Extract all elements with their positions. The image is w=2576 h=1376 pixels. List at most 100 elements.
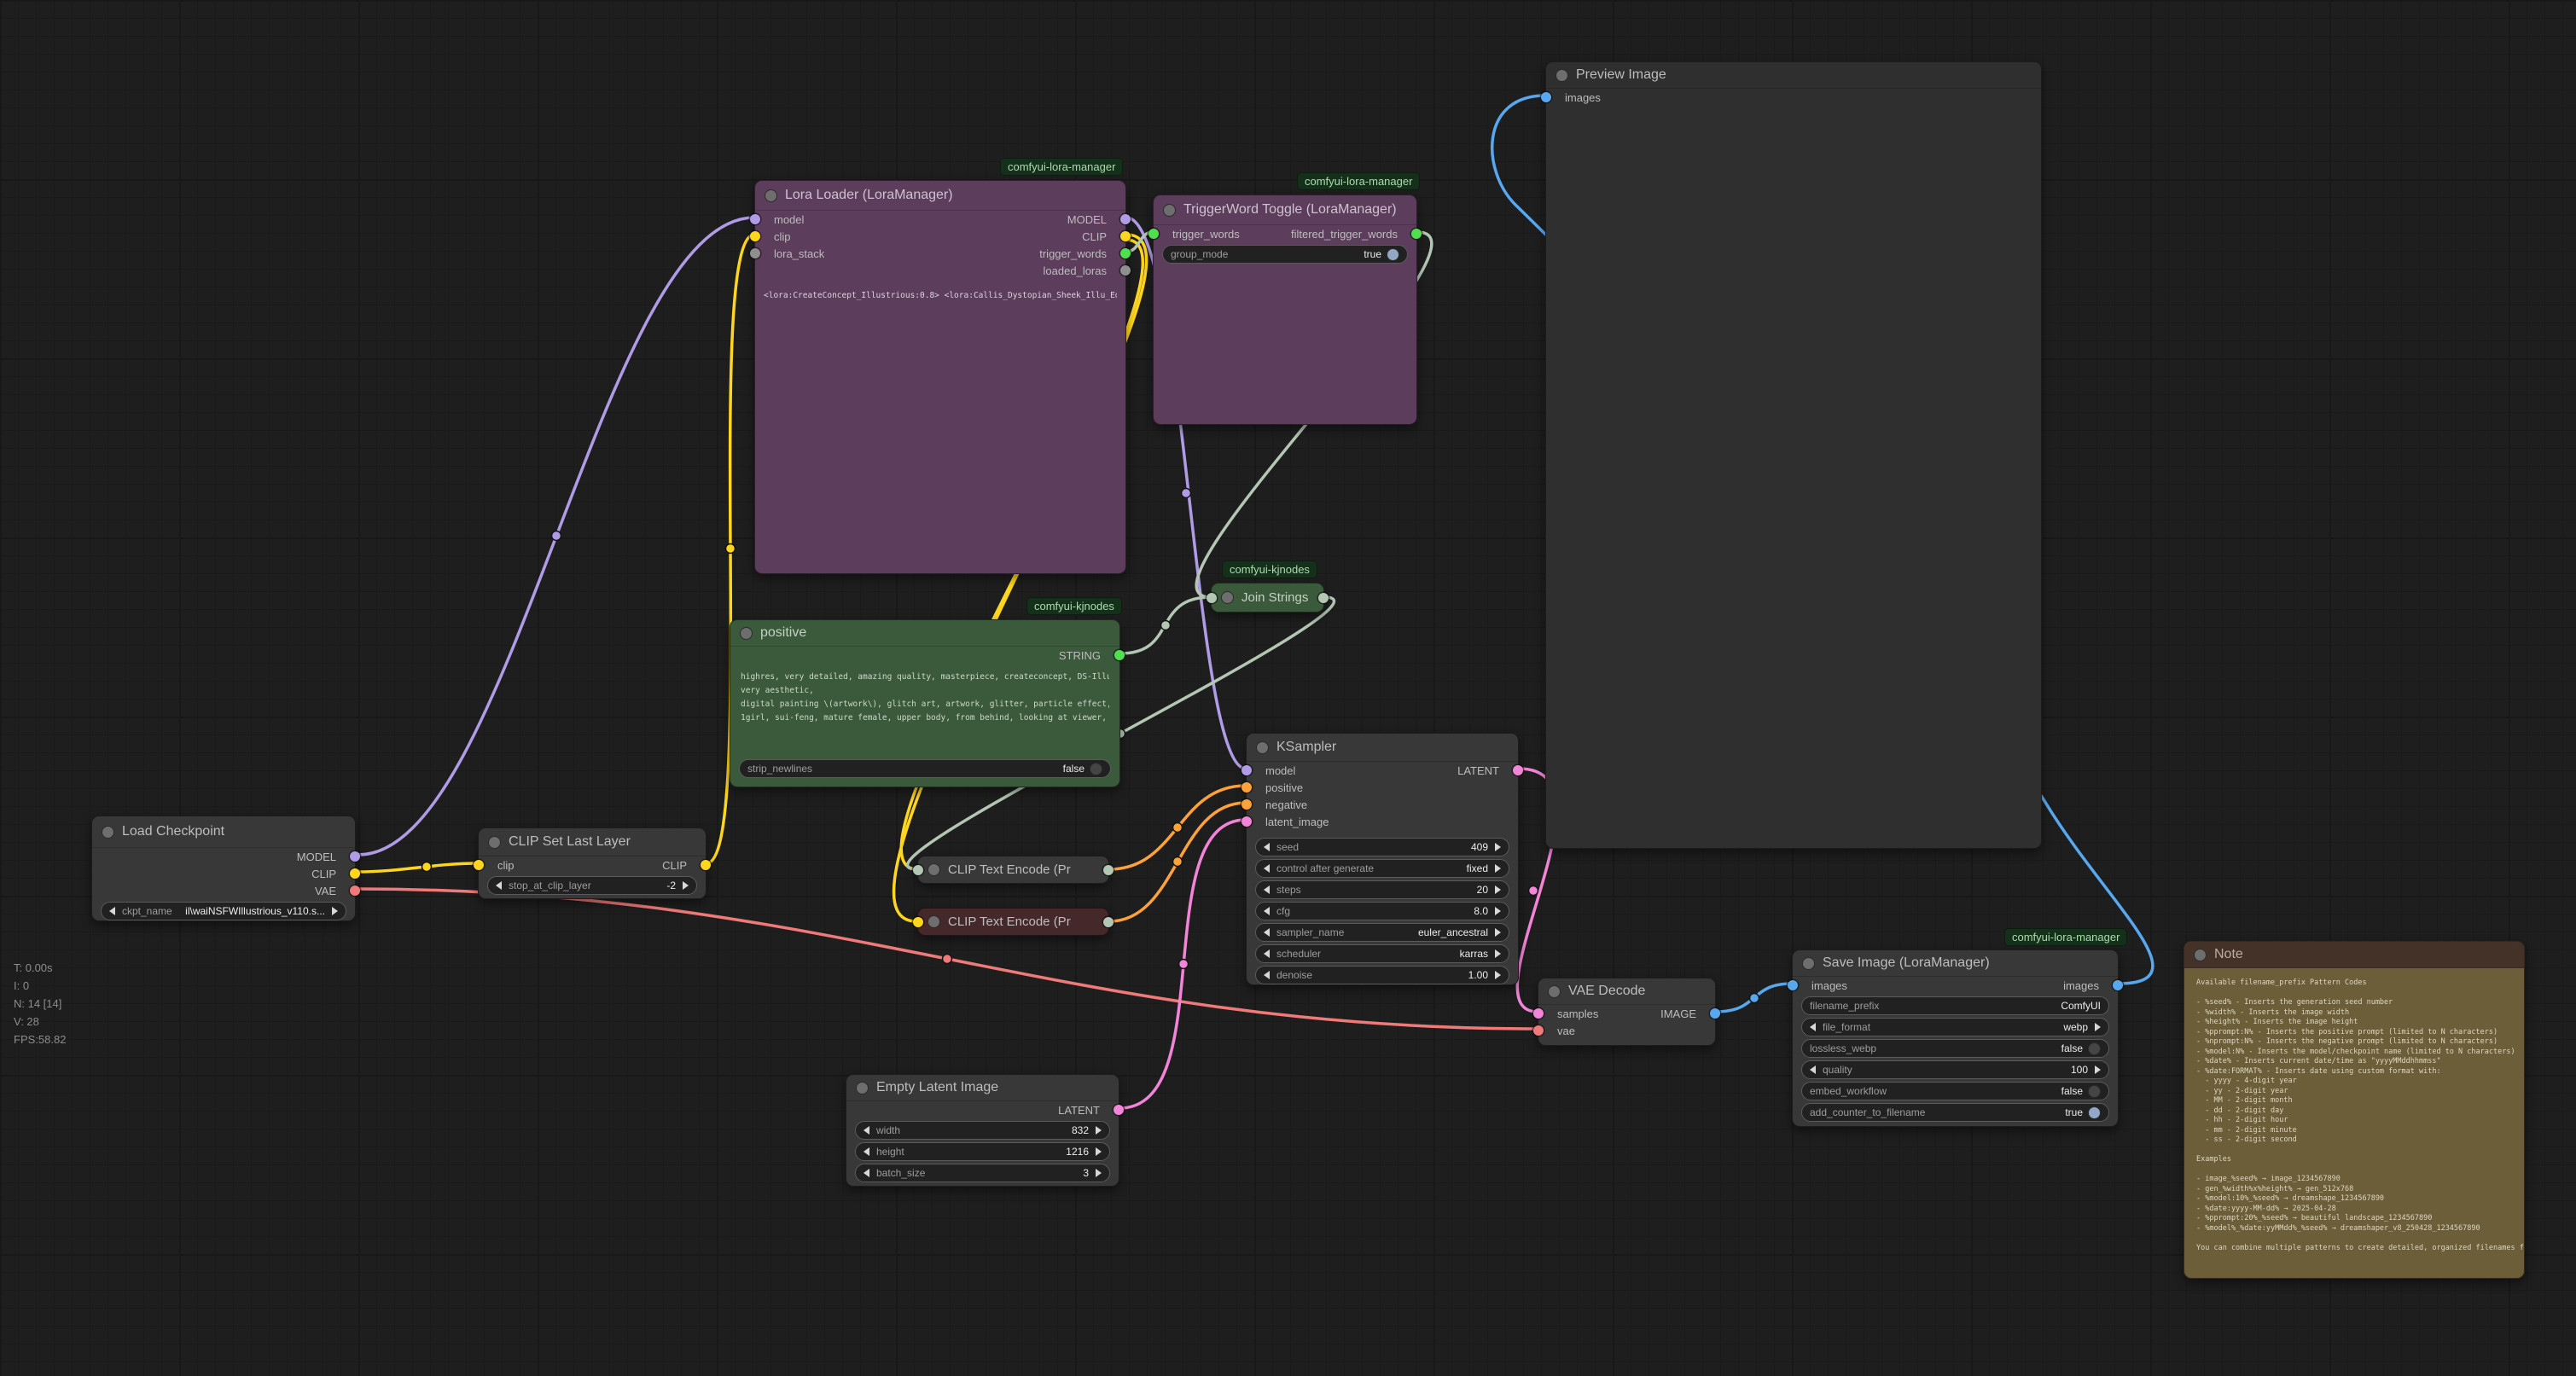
strip-newlines-toggle[interactable]: strip_newlinesfalse [739, 759, 1111, 778]
toggle-knob-icon[interactable] [2088, 1042, 2101, 1055]
denoise-stepper[interactable]: denoise1.00 [1255, 966, 1509, 984]
stop-at-clip-layer-stepper[interactable]: stop_at_clip_layer-2 [487, 876, 697, 895]
add-counter-to-filename-toggle[interactable]: add_counter_to_filenametrue [1801, 1103, 2109, 1122]
note-textarea[interactable]: Available filename_prefix Pattern Codes … [2196, 978, 2524, 1269]
input-port-negative[interactable] [1241, 799, 1252, 810]
collapse-dot[interactable] [1555, 69, 1568, 82]
group-mode-toggle[interactable]: group_modetrue [1162, 245, 1408, 264]
input-port-images[interactable] [1541, 92, 1551, 102]
stepper-decrement-icon[interactable] [1264, 971, 1270, 979]
input-port-text[interactable] [913, 865, 923, 875]
input-port-latent-image[interactable] [1241, 816, 1252, 827]
control-after-generate-combo[interactable]: control after generatefixed [1255, 859, 1509, 878]
stepper-increment-icon[interactable] [1495, 907, 1501, 915]
node-clip-text-encode-negative[interactable]: CLIP Text Encode (Pr [917, 908, 1109, 936]
batch-size-stepper[interactable]: batch_size3 [855, 1164, 1110, 1182]
ckpt-name-combo[interactable]: ckpt_nameil\waiNSFWIllustrious_v110.s... [101, 902, 346, 920]
output-port-images[interactable] [2113, 980, 2123, 990]
node-triggerword-toggle[interactable]: TriggerWord Toggle (LoraManager) trigger… [1153, 194, 1417, 425]
stepper-decrement-icon[interactable] [864, 1126, 869, 1135]
output-port-string[interactable] [1318, 593, 1329, 603]
stepper-decrement-icon[interactable] [864, 1147, 869, 1156]
filename-prefix-field[interactable]: filename_prefixComfyUI [1801, 996, 2109, 1015]
stepper-increment-icon[interactable] [1096, 1147, 1102, 1156]
combo-next-icon[interactable] [2095, 1023, 2101, 1031]
combo-next-icon[interactable] [1495, 949, 1501, 958]
collapse-dot[interactable] [856, 1082, 869, 1094]
node-positive-prompt[interactable]: positive STRING highres, very detailed, … [730, 619, 1120, 787]
file-format-combo[interactable]: file_formatwebp [1801, 1018, 2109, 1036]
stepper-increment-icon[interactable] [2095, 1065, 2101, 1074]
node-load-checkpoint[interactable]: Load Checkpoint MODEL CLIP VAE ckpt_name… [91, 816, 356, 921]
output-port-model[interactable] [350, 851, 360, 862]
node-preview-image[interactable]: Preview Image images [1545, 61, 2042, 849]
seed-stepper[interactable]: seed409 [1255, 838, 1509, 856]
node-lora-loader[interactable]: Lora Loader (LoraManager) modelMODEL cli… [754, 180, 1126, 574]
output-port-conditioning[interactable] [1103, 917, 1114, 927]
loras-text-widget[interactable]: <lora:CreateConcept_Illustrious:0.8> <lo… [764, 291, 1117, 300]
toggle-knob-icon[interactable] [2088, 1085, 2101, 1098]
stepper-increment-icon[interactable] [1495, 971, 1501, 979]
node-join-strings[interactable]: Join Strings [1211, 583, 1324, 613]
scheduler-combo[interactable]: schedulerkarras [1255, 944, 1509, 963]
quality-stepper[interactable]: quality100 [1801, 1060, 2109, 1079]
collapse-dot[interactable] [1256, 741, 1269, 754]
collapse-dot[interactable] [740, 627, 753, 640]
output-port-image[interactable] [1710, 1008, 1720, 1019]
stepper-decrement-icon[interactable] [1264, 907, 1270, 915]
node-vae-decode[interactable]: VAE Decode samplesIMAGE vae [1538, 978, 1716, 1046]
node-graph-canvas[interactable]: T: 0.00s I: 0 N: 14 [14] V: 28 FPS:58.82… [0, 0, 2576, 1376]
output-port-clip[interactable] [350, 868, 360, 879]
input-port-model[interactable] [750, 214, 760, 224]
stepper-decrement-icon[interactable] [496, 881, 502, 890]
collapse-dot[interactable] [765, 189, 777, 202]
output-port-string[interactable] [1114, 650, 1125, 660]
lossless-webp-toggle[interactable]: lossless_webpfalse [1801, 1039, 2109, 1058]
stepper-decrement-icon[interactable] [864, 1169, 869, 1177]
collapse-dot[interactable] [1802, 957, 1815, 970]
width-stepper[interactable]: width832 [855, 1121, 1110, 1140]
stepper-decrement-icon[interactable] [1264, 885, 1270, 894]
stepper-decrement-icon[interactable] [1810, 1065, 1816, 1074]
input-port-trigger-words[interactable] [1148, 229, 1159, 239]
output-port-clip[interactable] [1120, 231, 1131, 241]
node-empty-latent-image[interactable]: Empty Latent Image LATENT width832 heigh… [846, 1074, 1119, 1187]
combo-prev-icon[interactable] [1264, 949, 1270, 958]
output-port-filtered-trigger-words[interactable] [1411, 229, 1422, 239]
combo-next-icon[interactable] [332, 907, 338, 915]
output-port-trigger-words[interactable] [1120, 248, 1131, 258]
output-port-latent[interactable] [1513, 765, 1523, 775]
node-clip-text-encode-positive[interactable]: CLIP Text Encode (Pr [917, 856, 1109, 884]
prompt-textarea[interactable]: highres, very detailed, amazing quality,… [741, 671, 1109, 725]
collapse-dot[interactable] [102, 826, 114, 839]
input-port-clip[interactable] [913, 917, 923, 927]
input-port-string[interactable] [1207, 593, 1217, 603]
combo-next-icon[interactable] [1495, 864, 1501, 873]
collapse-dot[interactable] [927, 915, 940, 928]
collapse-dot[interactable] [1548, 985, 1561, 998]
input-port-lora-stack[interactable] [750, 248, 760, 258]
combo-prev-icon[interactable] [1264, 928, 1270, 937]
input-port-positive[interactable] [1241, 782, 1252, 793]
output-port-clip[interactable] [701, 860, 711, 870]
steps-stepper[interactable]: steps20 [1255, 880, 1509, 899]
combo-next-icon[interactable] [1495, 928, 1501, 937]
collapse-dot[interactable] [1221, 591, 1234, 604]
cfg-stepper[interactable]: cfg8.0 [1255, 902, 1509, 920]
stepper-increment-icon[interactable] [683, 881, 689, 890]
embed-workflow-toggle[interactable]: embed_workflowfalse [1801, 1082, 2109, 1100]
stepper-decrement-icon[interactable] [1264, 843, 1270, 851]
toggle-knob-icon[interactable] [1387, 248, 1399, 261]
collapse-dot[interactable] [488, 836, 501, 849]
input-port-samples[interactable] [1533, 1008, 1544, 1019]
output-port-conditioning[interactable] [1103, 865, 1114, 875]
collapse-dot[interactable] [2194, 949, 2207, 961]
node-clip-set-last-layer[interactable]: CLIP Set Last Layer clipCLIP stop_at_cli… [478, 827, 707, 899]
node-note[interactable]: Note Available filename_prefix Pattern C… [2183, 941, 2525, 1279]
collapse-dot[interactable] [1163, 204, 1176, 217]
input-port-clip[interactable] [474, 860, 484, 870]
node-ksampler[interactable]: KSampler modelLATENT positive negative l… [1246, 733, 1519, 985]
stepper-increment-icon[interactable] [1096, 1169, 1102, 1177]
collapse-dot[interactable] [927, 863, 940, 876]
toggle-knob-icon[interactable] [1090, 763, 1102, 775]
